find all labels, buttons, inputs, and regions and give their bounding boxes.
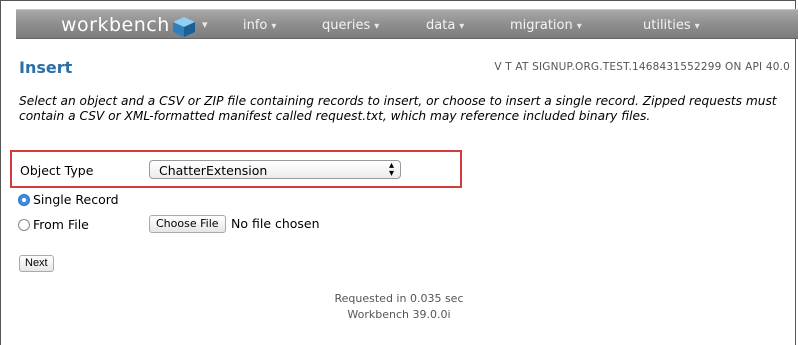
brand-logo-text[interactable]: workbench	[61, 14, 170, 36]
menu-queries-label: queries	[322, 18, 371, 33]
from-file-label: From File	[33, 217, 89, 232]
menu-data-label: data	[426, 18, 456, 33]
top-navbar: workbench ▾ info ▾ queries ▾ data ▾ migrati…	[16, 9, 798, 39]
menu-utilities[interactable]: utilities ▾	[643, 18, 700, 33]
chevron-down-icon: ▾	[271, 21, 277, 32]
menu-migration-label: migration	[510, 18, 573, 33]
brand-chevron-down-icon[interactable]: ▾	[202, 18, 208, 31]
menu-data[interactable]: data ▾	[426, 18, 464, 33]
instructions-text: Select an object and a CSV or ZIP file c…	[19, 94, 777, 123]
choose-file-button[interactable]: Choose File	[149, 215, 226, 233]
menu-migration[interactable]: migration ▾	[510, 18, 582, 33]
workbench-cube-icon	[173, 17, 195, 37]
object-type-label: Object Type	[20, 163, 94, 178]
chevron-down-icon: ▾	[459, 21, 465, 32]
no-file-chosen-text: No file chosen	[231, 216, 320, 231]
menu-info-label: info	[243, 18, 268, 33]
version-text: Workbench 39.0.0i	[347, 308, 451, 321]
menu-queries[interactable]: queries ▾	[322, 18, 379, 33]
object-type-value: ChatterExtension	[159, 163, 268, 178]
connection-info: V T AT SIGNUP.ORG.TEST.1468431552299 ON …	[494, 61, 790, 73]
from-file-option[interactable]: From File	[18, 217, 89, 232]
single-record-label: Single Record	[33, 192, 119, 207]
page-title: Insert	[19, 58, 73, 77]
object-type-select[interactable]: ChatterExtension ▴ ▾	[149, 160, 401, 179]
chevron-down-icon: ▾	[694, 21, 700, 32]
select-arrows-icon: ▴ ▾	[388, 160, 394, 179]
chevron-down-icon: ▾	[576, 21, 582, 32]
request-time-text: Requested in 0.035 sec	[334, 292, 464, 305]
chevron-down-icon: ▾	[374, 21, 380, 32]
from-file-radio[interactable]	[18, 219, 30, 231]
next-button[interactable]: Next	[19, 255, 54, 272]
menu-info[interactable]: info ▾	[243, 18, 276, 33]
single-record-option[interactable]: Single Record	[18, 192, 119, 207]
menu-utilities-label: utilities	[643, 18, 691, 33]
single-record-radio[interactable]	[18, 194, 30, 206]
